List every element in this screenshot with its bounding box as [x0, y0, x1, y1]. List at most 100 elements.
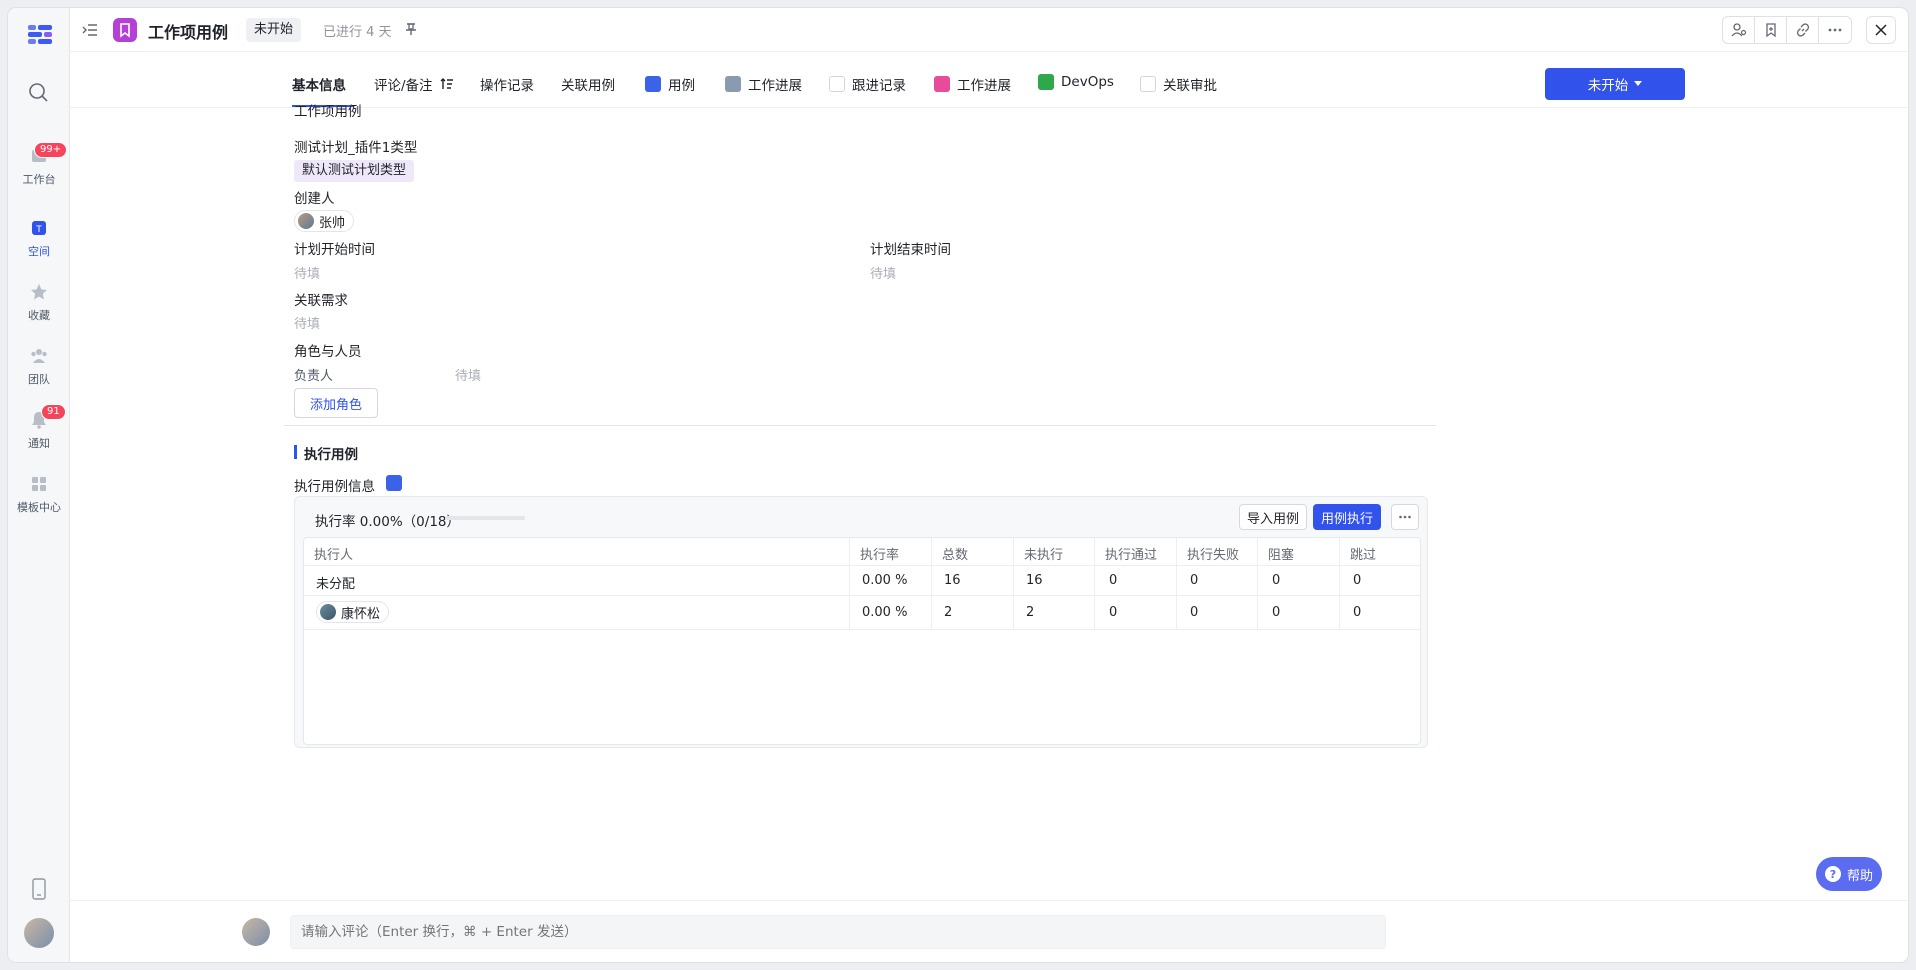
- tab-label: 用例: [668, 78, 695, 94]
- status-button-label: 未开始: [1587, 78, 1629, 94]
- run-cases-button[interactable]: 用例执行: [1313, 504, 1381, 530]
- more-icon: [1828, 28, 1842, 32]
- import-cases-button[interactable]: 导入用例: [1239, 504, 1307, 530]
- executor-chip[interactable]: 康怀松: [316, 601, 390, 623]
- user-manage-icon: [1731, 23, 1746, 37]
- bookmark-add-icon: [1765, 23, 1776, 38]
- copy-link-button[interactable]: [1787, 17, 1819, 43]
- header: 工作项用例 未开始 已进行 4 天: [70, 8, 1908, 52]
- column-divider: [1339, 538, 1340, 629]
- table-cell: 16: [944, 573, 961, 588]
- tab-work-progress-2[interactable]: 工作进展: [934, 74, 1011, 94]
- plan-type-label: 测试计划_插件1类型: [294, 140, 418, 156]
- progress-icon: [725, 76, 741, 92]
- follow-up-icon: [829, 76, 845, 92]
- plan-type-tag[interactable]: 默认测试计划类型: [294, 160, 415, 182]
- tab-label: DevOps: [1061, 74, 1114, 90]
- template-icon: [32, 477, 46, 491]
- header-actions: [1722, 16, 1852, 44]
- exec-more-button[interactable]: [1391, 504, 1419, 530]
- start-time-label: 计划开始时间: [294, 242, 375, 258]
- progress-check-icon: [934, 76, 950, 92]
- svg-text:T: T: [35, 225, 42, 235]
- space-icon: T: [32, 221, 46, 235]
- rail-item-label: 收藏: [28, 309, 50, 322]
- owner-value[interactable]: 待填: [455, 365, 481, 384]
- tab-basic-info[interactable]: 基本信息: [292, 74, 346, 94]
- app-window: 工作台 99+ T 空间 收藏 团队 通知 91 模板中心 工作项用例 未开始 …: [8, 8, 1908, 962]
- end-time-value[interactable]: 待填: [870, 263, 896, 282]
- avatar: [320, 604, 336, 620]
- linked-req-label: 关联需求: [294, 293, 348, 309]
- tab-comments[interactable]: 评论/备注: [374, 74, 454, 94]
- table-cell: 0: [1109, 605, 1118, 620]
- notifications-badge: 91: [41, 404, 66, 420]
- column-divider: [1176, 538, 1177, 629]
- user-avatar[interactable]: [24, 918, 54, 948]
- tab-work-progress[interactable]: 工作进展: [725, 74, 802, 94]
- tab-label: 基本信息: [292, 78, 346, 94]
- mobile-icon[interactable]: [29, 878, 49, 900]
- status-dropdown-button[interactable]: 未开始: [1545, 68, 1685, 100]
- table-cell: 0: [1109, 573, 1118, 588]
- tab-label: 关联用例: [561, 78, 615, 94]
- comment-input[interactable]: [290, 915, 1386, 949]
- column-header: 执行率: [860, 548, 900, 563]
- linked-req-value[interactable]: 待填: [294, 313, 320, 332]
- more-icon: [1399, 515, 1411, 519]
- divider: [284, 425, 1436, 426]
- column-header: 执行人: [314, 548, 354, 563]
- table-cell: 0: [1190, 605, 1199, 620]
- bookmark-icon: [120, 23, 130, 38]
- table-cell: 2: [1026, 605, 1035, 620]
- tab-label: 评论/备注: [374, 78, 433, 94]
- tab-cases[interactable]: 用例: [645, 74, 695, 94]
- rail-item-favorites[interactable]: 收藏: [8, 282, 70, 323]
- table-cell: 0.00 %: [862, 605, 908, 620]
- table-cell: 0: [1190, 573, 1199, 588]
- table-cell: 2: [944, 605, 953, 620]
- elapsed-time: 已进行 4 天: [323, 25, 392, 40]
- exec-section-title: 执行用例: [304, 447, 358, 463]
- column-divider: [1257, 538, 1258, 629]
- tab-linked-approval[interactable]: 关联审批: [1140, 74, 1217, 94]
- table-cell: 0: [1353, 605, 1362, 620]
- members-button[interactable]: [1723, 17, 1755, 43]
- tab-label: 操作记录: [480, 78, 534, 94]
- column-divider: [849, 538, 850, 629]
- sort-icon[interactable]: [440, 77, 454, 91]
- row-divider: [304, 629, 1420, 630]
- sidebar-toggle-icon[interactable]: [82, 22, 98, 38]
- close-button[interactable]: [1866, 16, 1896, 44]
- bookmark-button[interactable]: [1755, 17, 1787, 43]
- table-cell: 0: [1272, 605, 1281, 620]
- rail-item-templates[interactable]: 模板中心: [8, 474, 70, 515]
- tab-label: 关联审批: [1163, 78, 1217, 94]
- add-role-button[interactable]: 添加角色: [294, 388, 378, 418]
- search-icon[interactable]: [27, 81, 49, 103]
- comment-bar: [70, 900, 1908, 962]
- help-icon: ?: [1824, 866, 1841, 882]
- tab-linked-cases[interactable]: 关联用例: [561, 74, 615, 94]
- left-rail: 工作台 99+ T 空间 收藏 团队 通知 91 模板中心: [8, 8, 70, 962]
- test-case-icon: [645, 76, 661, 92]
- table-cell-executor: 康怀松: [341, 606, 381, 622]
- creator-chip[interactable]: 张帅: [294, 210, 355, 232]
- more-actions-button[interactable]: [1819, 17, 1851, 43]
- avatar: [242, 918, 270, 946]
- rail-item-space[interactable]: T 空间: [8, 218, 70, 259]
- start-time-value[interactable]: 待填: [294, 263, 320, 282]
- pin-icon[interactable]: [404, 22, 418, 36]
- status-badge: 未开始: [246, 18, 302, 42]
- tab-operation-log[interactable]: 操作记录: [480, 74, 534, 94]
- app-logo-icon[interactable]: [26, 22, 54, 46]
- column-header: 阻塞: [1268, 548, 1295, 563]
- tab-follow-up[interactable]: 跟进记录: [829, 74, 906, 94]
- column-header: 执行失败: [1187, 548, 1240, 563]
- tab-devops[interactable]: DevOps: [1038, 74, 1114, 90]
- column-header: 总数: [942, 548, 969, 563]
- exec-progress-bar: [445, 516, 525, 520]
- help-label: 帮助: [1846, 868, 1873, 884]
- help-button[interactable]: ? 帮助: [1816, 857, 1882, 891]
- rail-item-team[interactable]: 团队: [8, 346, 70, 387]
